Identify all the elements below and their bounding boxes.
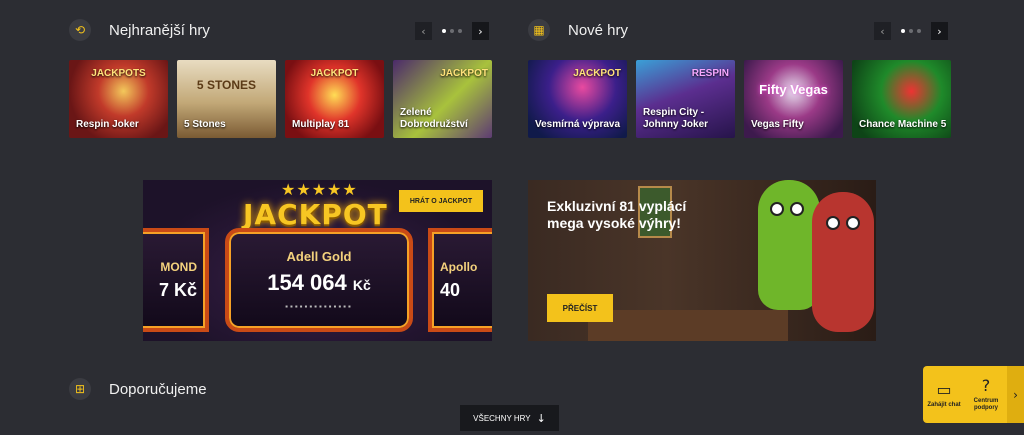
game-tile[interactable]: Fifty Vegas Vegas Fifty [744, 60, 843, 138]
support-widget: ▭ Zahájit chat ? Centrum podpory › [923, 366, 1024, 423]
game-logo: 5 STONES [196, 78, 257, 92]
gift-icon: ⊞ [69, 378, 91, 400]
game-tile[interactable]: JACKPOTS Respin Joker [69, 60, 168, 138]
game-tile[interactable]: JACKPOT Multiplay 81 [285, 60, 384, 138]
game-tile[interactable]: RESPIN Respin City - Johnny Joker [636, 60, 735, 138]
popular-carousel-dots [442, 29, 462, 33]
help-icon: ? [981, 376, 991, 395]
new-section-title: Nové hry [568, 21, 629, 39]
promo-banner[interactable]: Exkluzivní 81 vyplácí mega vysoké výhry!… [528, 180, 876, 341]
recommended-section-header: ⊞ Doporučujeme [69, 378, 207, 400]
jackpot-panel-left: MOND 7 Kč [143, 228, 209, 332]
grid-icon: ▦ [528, 19, 550, 41]
support-center-button[interactable]: ? Centrum podpory [965, 366, 1007, 423]
play-jackpot-button[interactable]: HRÁT O JACKPOT [399, 190, 483, 212]
jackpot-name: MOND [160, 259, 197, 274]
jackpot-stars: ★★★★★ [281, 180, 358, 199]
jackpot-title: JACKPOT [243, 198, 388, 231]
game-logo: JACKPOT [440, 68, 488, 79]
start-chat-button[interactable]: ▭ Zahájit chat [923, 366, 965, 423]
game-tile[interactable]: 5 STONES 5 Stones [177, 60, 276, 138]
jackpot-panel-right: Apollo 40 [428, 228, 492, 332]
jackpot-name: Apollo [440, 259, 478, 274]
jackpot-currency: Kč [352, 277, 371, 293]
collapse-widget-button[interactable]: › [1007, 366, 1024, 423]
carousel-dot[interactable] [917, 29, 921, 33]
arrow-down-icon: ↓ [536, 411, 546, 425]
game-tile[interactable]: Chance Machine 5 [852, 60, 951, 138]
promo-shelf [588, 310, 788, 341]
new-section-header: ▦ Nové hry [528, 19, 628, 41]
support-center-label: Centrum podpory [973, 398, 999, 411]
jackpot-amount: 154 064 Kč [267, 270, 371, 296]
red-character [812, 192, 874, 332]
popular-section-header: ⟲ Nejhranější hry [69, 19, 210, 41]
popular-section-title: Nejhranější hry [109, 21, 210, 39]
jackpot-amount-value: 154 064 [267, 270, 347, 295]
game-name: Vegas Fifty [751, 119, 804, 130]
game-logo: JACKPOT [310, 68, 359, 79]
game-logo: Fifty Vegas [759, 82, 828, 97]
new-prev-button[interactable]: ‹ [874, 22, 891, 40]
jackpot-dashes: ▪▪▪▪▪▪▪▪▪▪▪▪▪▪ [285, 302, 353, 311]
character-eye [770, 202, 784, 216]
jackpot-banner[interactable]: ★★★★★ JACKPOT HRÁT O JACKPOT MOND 7 Kč A… [143, 180, 492, 341]
start-chat-label: Zahájit chat [927, 401, 961, 408]
game-logo: RESPIN [691, 68, 729, 79]
game-tile[interactable]: JACKPOT Zelené Dobrodružství [393, 60, 492, 138]
character-eye [826, 216, 840, 230]
game-tile[interactable]: JACKPOT Vesmírná výprava [528, 60, 627, 138]
popular-carousel-controls: ‹ › [415, 22, 489, 40]
game-name: 5 Stones [184, 119, 226, 130]
carousel-dot[interactable] [909, 29, 913, 33]
game-logo: JACKPOTS [91, 68, 146, 79]
new-next-button[interactable]: › [931, 22, 948, 40]
game-logo: JACKPOT [573, 68, 621, 79]
game-name: Vesmírná výprava [535, 119, 621, 130]
game-name: Chance Machine 5 [859, 119, 947, 130]
jackpot-amount: 40 [440, 279, 461, 300]
all-games-button[interactable]: VŠECHNY HRY ↓ [460, 405, 559, 431]
history-icon: ⟲ [69, 19, 91, 41]
jackpot-panel-center: Adell Gold 154 064 Kč ▪▪▪▪▪▪▪▪▪▪▪▪▪▪ [225, 228, 413, 332]
chat-icon: ▭ [936, 379, 952, 399]
popular-prev-button[interactable]: ‹ [415, 22, 432, 40]
green-character [758, 180, 820, 310]
game-name: Respin City - Johnny Joker [643, 107, 709, 130]
read-more-button[interactable]: PŘEČÍST [547, 294, 613, 322]
carousel-dot[interactable] [450, 29, 454, 33]
carousel-dot[interactable] [442, 29, 446, 33]
game-name: Zelené Dobrodružství [400, 107, 468, 130]
character-eye [846, 216, 860, 230]
carousel-dot[interactable] [458, 29, 462, 33]
game-name: Multiplay 81 [292, 119, 350, 130]
new-carousel-controls: ‹ › [874, 22, 948, 40]
carousel-dot[interactable] [901, 29, 905, 33]
new-carousel-dots [901, 29, 921, 33]
game-name: Respin Joker [76, 119, 139, 130]
all-games-label: VŠECHNY HRY [473, 413, 531, 423]
promo-headline: Exkluzivní 81 vyplácí mega vysoké výhry! [547, 198, 687, 231]
character-eye [790, 202, 804, 216]
jackpot-amount: 7 Kč [158, 279, 197, 300]
recommended-section-title: Doporučujeme [109, 380, 207, 398]
popular-next-button[interactable]: › [472, 22, 489, 40]
jackpot-name: Adell Gold [286, 249, 352, 264]
